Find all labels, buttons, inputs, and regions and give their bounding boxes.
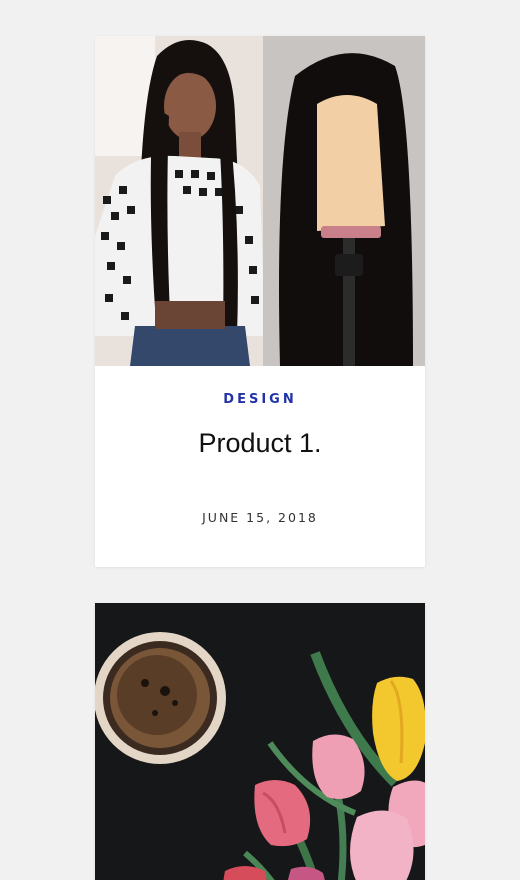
post-thumbnail-link[interactable] (95, 603, 425, 880)
post-feed: DESIGN Product 1. JUNE 15, 2018 (0, 0, 520, 880)
post-title[interactable]: Product 1. (95, 428, 425, 459)
post-card: DESIGN Product 1. JUNE 15, 2018 (95, 36, 425, 567)
post-card (95, 603, 425, 880)
post-thumbnail-link[interactable] (95, 36, 425, 366)
wig-product-image (95, 36, 425, 366)
post-date: JUNE 15, 2018 (202, 510, 318, 525)
coffee-tulips-image (95, 603, 425, 880)
post-card-body: DESIGN Product 1. JUNE 15, 2018 (95, 366, 425, 567)
post-category-link[interactable]: DESIGN (95, 392, 425, 407)
